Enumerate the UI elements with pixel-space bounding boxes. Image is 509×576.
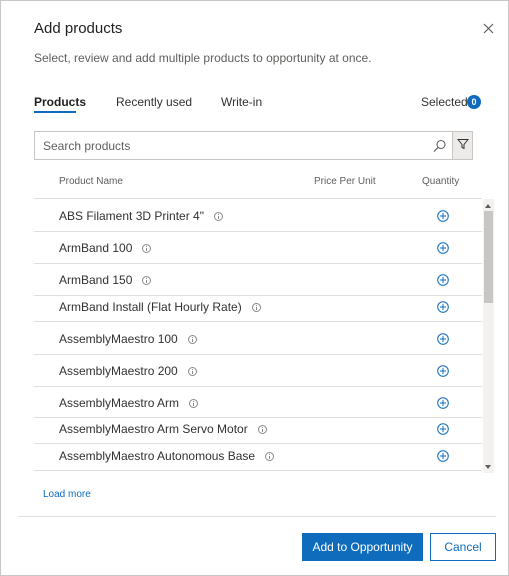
product-row: AssemblyMaestro 100 xyxy=(34,322,482,355)
selected-label[interactable]: Selected xyxy=(421,95,468,109)
active-tab-indicator xyxy=(34,111,76,113)
scroll-up-icon[interactable] xyxy=(485,204,491,208)
product-name: AssemblyMaestro Arm Servo Motor xyxy=(59,422,267,436)
add-circle-icon[interactable] xyxy=(437,209,449,222)
add-circle-icon[interactable] xyxy=(437,449,449,462)
add-to-opportunity-button[interactable]: Add to Opportunity xyxy=(302,533,423,561)
info-icon[interactable] xyxy=(213,211,223,221)
product-row: ABS Filament 3D Printer 4" xyxy=(34,199,482,232)
scroll-thumb[interactable] xyxy=(484,211,493,303)
add-circle-icon[interactable] xyxy=(437,241,449,254)
product-row: AssemblyMaestro Arm xyxy=(34,387,482,418)
filter-icon xyxy=(456,137,469,155)
info-icon[interactable] xyxy=(142,243,152,253)
product-name: AssemblyMaestro 100 xyxy=(59,332,197,346)
product-name: AssemblyMaestro Arm xyxy=(59,396,199,410)
info-icon[interactable] xyxy=(265,451,275,461)
search-icon[interactable] xyxy=(433,139,447,153)
cancel-button[interactable]: Cancel xyxy=(430,533,496,561)
info-icon[interactable] xyxy=(142,275,152,285)
product-row: AssemblyMaestro Autonomous Base xyxy=(34,444,482,471)
search-box xyxy=(34,131,452,160)
product-list: ABS Filament 3D Printer 4" ArmBand 100 A… xyxy=(34,199,482,471)
product-name: AssemblyMaestro 200 xyxy=(59,364,197,378)
add-products-dialog: Add products Select, review and add mult… xyxy=(0,0,509,576)
column-header-price[interactable]: Price Per Unit xyxy=(314,176,376,187)
product-name: ArmBand 100 xyxy=(59,241,152,255)
product-row: ArmBand 100 xyxy=(34,232,482,264)
dialog-subtitle: Select, review and add multiple products… xyxy=(34,51,372,65)
add-circle-icon[interactable] xyxy=(437,273,449,286)
info-icon[interactable] xyxy=(251,302,261,312)
product-name: AssemblyMaestro Autonomous Base xyxy=(59,449,275,463)
close-icon[interactable] xyxy=(479,19,497,37)
selected-count-badge: 0 xyxy=(467,95,481,109)
load-more-link[interactable]: Load more xyxy=(43,489,91,500)
info-icon[interactable] xyxy=(187,366,197,376)
product-name: ArmBand 150 xyxy=(59,273,152,287)
product-name: ABS Filament 3D Printer 4" xyxy=(59,209,223,223)
add-circle-icon[interactable] xyxy=(437,396,449,409)
product-row: AssemblyMaestro Arm Servo Motor xyxy=(34,418,482,444)
tab-products[interactable]: Products xyxy=(34,95,86,109)
info-icon[interactable] xyxy=(257,424,267,434)
info-icon[interactable] xyxy=(189,398,199,408)
footer-divider xyxy=(18,516,496,517)
product-name: ArmBand Install (Flat Hourly Rate) xyxy=(59,300,261,314)
search-input[interactable] xyxy=(43,132,423,159)
info-icon[interactable] xyxy=(187,334,197,344)
product-row: ArmBand 150 xyxy=(34,264,482,296)
product-row: ArmBand Install (Flat Hourly Rate) xyxy=(34,296,482,322)
dialog-title: Add products xyxy=(34,20,123,37)
tab-recently-used[interactable]: Recently used xyxy=(116,95,192,109)
tab-write-in[interactable]: Write-in xyxy=(221,95,262,109)
add-circle-icon[interactable] xyxy=(437,300,449,313)
list-scrollbar[interactable] xyxy=(483,199,494,473)
column-header-quantity[interactable]: Quantity xyxy=(422,176,459,187)
filter-button[interactable] xyxy=(452,131,473,160)
product-row: AssemblyMaestro 200 xyxy=(34,355,482,387)
add-circle-icon[interactable] xyxy=(437,332,449,345)
add-circle-icon[interactable] xyxy=(437,422,449,435)
add-circle-icon[interactable] xyxy=(437,364,449,377)
scroll-down-icon[interactable] xyxy=(485,465,491,469)
column-header-product-name[interactable]: Product Name xyxy=(59,176,123,187)
